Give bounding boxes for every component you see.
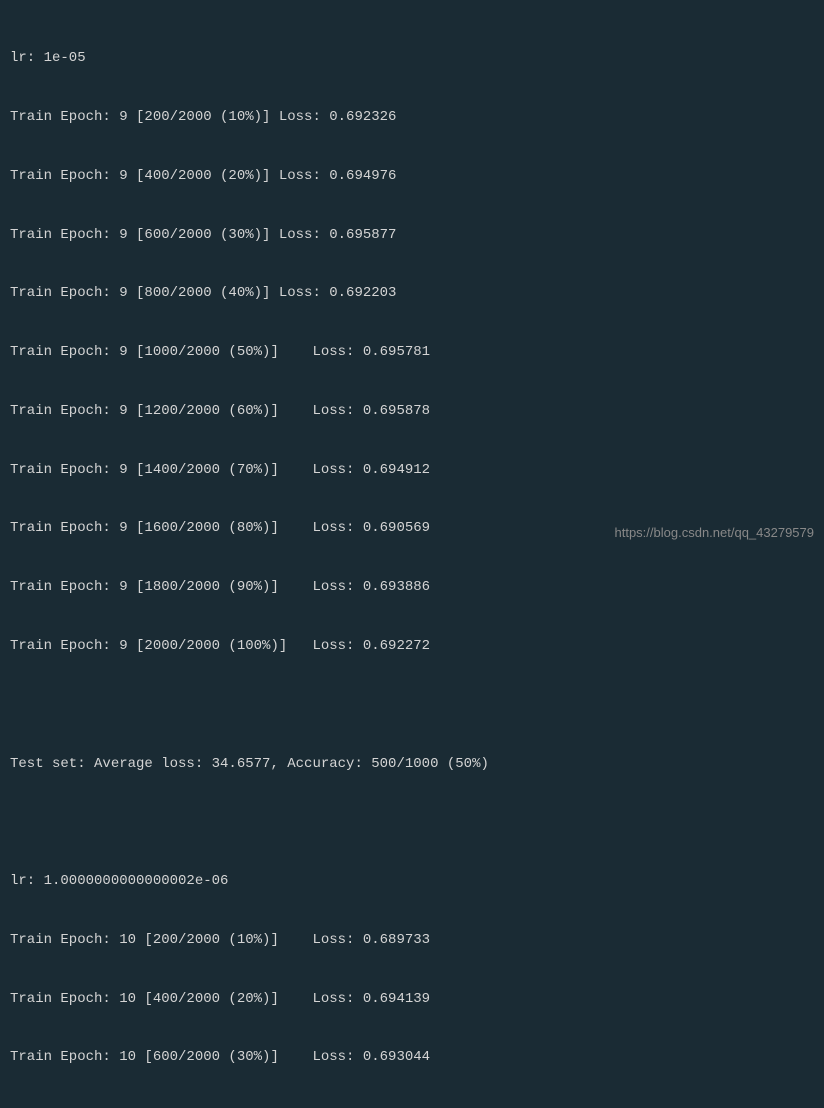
train-line: Train Epoch: 10 [600/2000 (30%)] Loss: 0… <box>10 1048 814 1068</box>
test-result-line: Test set: Average loss: 34.6577, Accurac… <box>10 755 814 775</box>
train-line: Train Epoch: 9 [800/2000 (40%)] Loss: 0.… <box>10 284 814 304</box>
train-line: Train Epoch: 10 [800/2000 (40%)] Loss: 0… <box>10 1107 814 1108</box>
train-line: Train Epoch: 10 [400/2000 (20%)] Loss: 0… <box>10 990 814 1010</box>
train-line: Train Epoch: 9 [600/2000 (30%)] Loss: 0.… <box>10 226 814 246</box>
train-line: Train Epoch: 9 [1000/2000 (50%)] Loss: 0… <box>10 343 814 363</box>
watermark: https://blog.csdn.net/qq_43279579 <box>615 524 815 542</box>
lr-line: lr: 1e-05 <box>10 49 814 69</box>
train-line: Train Epoch: 9 [1400/2000 (70%)] Loss: 0… <box>10 461 814 481</box>
lr-line: lr: 1.0000000000000002e-06 <box>10 872 814 892</box>
train-line: Train Epoch: 9 [1800/2000 (90%)] Loss: 0… <box>10 578 814 598</box>
blank-line <box>10 696 814 716</box>
terminal-output: lr: 1e-05 Train Epoch: 9 [200/2000 (10%)… <box>10 10 814 1108</box>
blank-line <box>10 813 814 833</box>
train-line: Train Epoch: 9 [2000/2000 (100%)] Loss: … <box>10 637 814 657</box>
train-line: Train Epoch: 9 [200/2000 (10%)] Loss: 0.… <box>10 108 814 128</box>
train-line: Train Epoch: 9 [1200/2000 (60%)] Loss: 0… <box>10 402 814 422</box>
train-line: Train Epoch: 10 [200/2000 (10%)] Loss: 0… <box>10 931 814 951</box>
train-line: Train Epoch: 9 [400/2000 (20%)] Loss: 0.… <box>10 167 814 187</box>
